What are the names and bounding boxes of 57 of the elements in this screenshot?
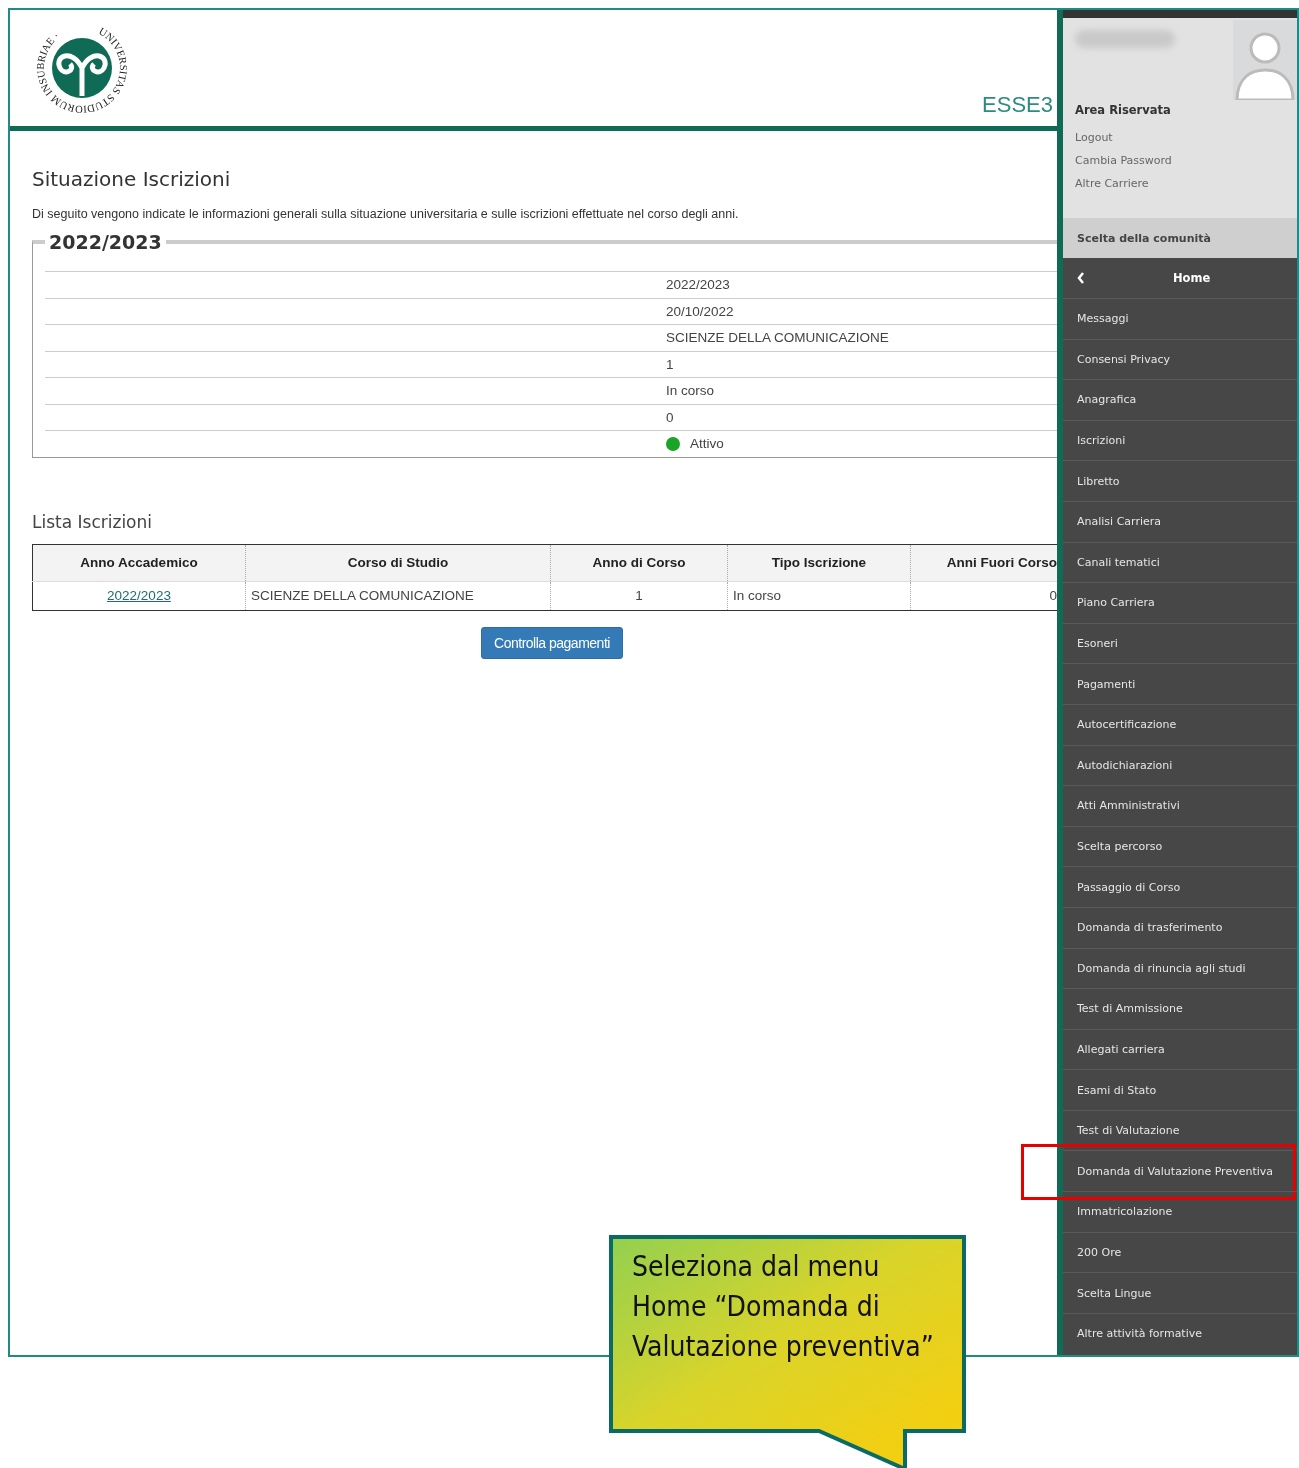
table-cell: 1 [635, 588, 643, 603]
year-legend: 2022/2023 [45, 231, 166, 253]
menu-item[interactable]: Altre attività formative [1063, 1312, 1297, 1354]
account-link[interactable]: Cambia Password [1075, 154, 1175, 167]
detail-value: 2022/2023 [666, 277, 730, 293]
menu-item[interactable]: Canali tematici [1063, 541, 1297, 583]
year-link[interactable]: 2022/2023 [107, 588, 171, 603]
app-name: ESSE3 [982, 92, 1053, 118]
menu-item[interactable]: Domanda di Valutazione Preventiva [1063, 1150, 1297, 1192]
menu-item[interactable]: Autodichiarazioni [1063, 744, 1297, 786]
menu-title: Home [1173, 271, 1211, 285]
menu-item[interactable]: Atti Amministrativi [1063, 785, 1297, 826]
column-header: Anno di Corso [550, 544, 728, 581]
menu-item[interactable]: 200 Ore [1063, 1231, 1297, 1273]
menu-item[interactable]: Analisi Carriera [1063, 500, 1297, 542]
menu-item[interactable]: Iscrizioni [1063, 419, 1297, 461]
menu-item[interactable]: Piano Carriera [1063, 582, 1297, 623]
menu-item[interactable]: Anagrafica [1063, 379, 1297, 420]
column-header: Corso di Studio [245, 544, 551, 581]
callout-bubble: Seleziona dal menu Home “Domanda di Valutazione preventiva” [609, 1235, 969, 1468]
menu-item[interactable]: Libretto [1063, 460, 1297, 501]
menu-item[interactable]: Esami di Stato [1063, 1069, 1297, 1110]
detail-value: 0 [666, 409, 674, 425]
menu-item[interactable]: Passaggio di Corso [1063, 866, 1297, 907]
section-title: Lista Iscrizioni [32, 511, 153, 532]
detail-value: Attivo [666, 436, 724, 452]
menu-item[interactable]: Pagamenti [1063, 663, 1297, 704]
community-item[interactable]: Scelta della comunità [1063, 218, 1297, 258]
menu-item[interactable]: Allegati carriera [1063, 1028, 1297, 1070]
check-payments-button[interactable]: Controlla pagamenti [481, 626, 623, 659]
menu-item[interactable]: Test di Valutazione [1063, 1109, 1297, 1151]
account-link[interactable]: Logout [1075, 131, 1175, 144]
menu-item[interactable]: Messaggi [1063, 298, 1297, 339]
account-link[interactable]: Altre Carriere [1075, 177, 1175, 190]
column-header: Tipo Iscrizione [727, 544, 911, 581]
menu-item[interactable]: Domanda di trasferimento [1063, 906, 1297, 948]
menu-item[interactable]: Domanda di rinuncia agli studi [1063, 947, 1297, 989]
column-header: Anni Fuori Corso [910, 544, 1057, 581]
back-chevron-icon[interactable] [1077, 272, 1085, 284]
column-header: Anno Accademico [32, 544, 246, 581]
menu-item[interactable]: Esoneri [1063, 622, 1297, 664]
table-cell: 0 [1049, 588, 1057, 603]
page-title: Situazione Iscrizioni [32, 167, 232, 191]
detail-value: SCIENZE DELLA COMUNICAZIONE [666, 330, 889, 346]
detail-value: 1 [666, 356, 674, 372]
area-title: Area Riservata [1075, 103, 1172, 117]
detail-value: 20/10/2022 [666, 303, 734, 319]
menu-item[interactable]: Scelta percorso [1063, 825, 1297, 867]
menu-item[interactable]: Immatricolazione [1063, 1191, 1297, 1232]
detail-value: In corso [666, 383, 715, 399]
table-cell: In corso [733, 588, 782, 603]
menu-item[interactable]: Test di Ammissione [1063, 988, 1297, 1029]
intro-text: Di seguito vengono indicate le informazioni generali sulla situazione universitaria e sulle iscrizioni effettuate nel corso degli anni. [32, 207, 740, 221]
menu-item[interactable]: Consensi Privacy [1063, 338, 1297, 380]
menu-item[interactable]: Autocertificazione [1063, 703, 1297, 745]
table-cell: SCIENZE DELLA COMUNICAZIONE [251, 588, 474, 603]
menu-item[interactable]: Scelta Lingue [1063, 1272, 1297, 1313]
